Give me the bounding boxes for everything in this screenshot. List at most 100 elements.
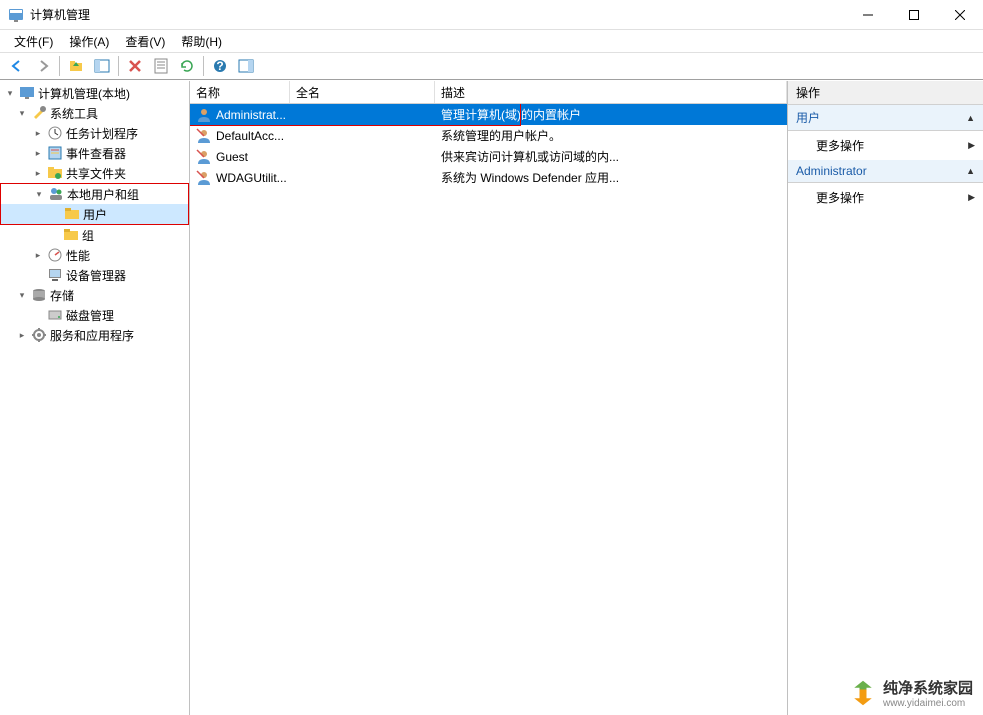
expand-icon[interactable]: ▸ <box>32 147 44 159</box>
tree-label: 事件查看器 <box>66 145 126 162</box>
cell-name: Guest <box>216 150 248 164</box>
expand-icon[interactable]: ▸ <box>32 127 44 139</box>
list-pane: 名称 全名 描述 Administrat... 管理计算机(域)的内置帐户 De… <box>190 81 788 715</box>
cell-desc: 管理计算机(域)的内置帐户 <box>441 106 581 123</box>
expand-icon[interactable]: ▸ <box>32 167 44 179</box>
perf-icon <box>47 247 63 263</box>
actions-header: 操作 <box>788 81 983 105</box>
user-icon <box>196 107 212 123</box>
section-label: 用户 <box>796 109 820 126</box>
section-label: Administrator <box>796 164 867 178</box>
menubar: 文件(F) 操作(A) 查看(V) 帮助(H) <box>0 30 983 52</box>
tree-users[interactable]: 用户 <box>1 204 188 224</box>
services-icon <box>31 327 47 343</box>
chevron-right-icon: ▶ <box>968 192 975 203</box>
tree-eventviewer[interactable]: ▸ 事件查看器 <box>0 143 189 163</box>
tree-services[interactable]: ▸ 服务和应用程序 <box>0 325 189 345</box>
app-icon <box>8 7 24 23</box>
actions-section-users[interactable]: 用户 ▲ <box>788 105 983 131</box>
refresh-button[interactable] <box>175 54 199 78</box>
tree-groups[interactable]: 组 <box>0 225 189 245</box>
watermark: 纯净系统家园 www.yidaimei.com <box>849 677 973 709</box>
tree-sharedfolders[interactable]: ▸ 共享文件夹 <box>0 163 189 183</box>
main-area: ▾ 计算机管理(本地) ▾ 系统工具 ▸ 任务计划程序 ▸ 事件查看器 ▸ 共享… <box>0 80 983 715</box>
tree-label: 用户 <box>83 206 107 223</box>
toolbar-separator <box>203 56 204 76</box>
no-twisty <box>32 269 44 281</box>
actions-section-admin[interactable]: Administrator ▲ <box>788 160 983 183</box>
users-icon <box>48 186 64 202</box>
expand-icon[interactable]: ▸ <box>32 249 44 261</box>
list-row-administrator[interactable]: Administrat... 管理计算机(域)的内置帐户 <box>190 104 787 125</box>
up-button[interactable] <box>64 54 88 78</box>
forward-button[interactable] <box>31 54 55 78</box>
list-row-defaultaccount[interactable]: DefaultAcc... 系统管理的用户帐户。 <box>190 125 787 146</box>
close-button[interactable] <box>937 0 983 29</box>
watermark-title: 纯净系统家园 <box>883 677 973 698</box>
column-name[interactable]: 名称 <box>190 81 290 103</box>
device-icon <box>47 267 63 283</box>
show-hide-console-tree-button[interactable] <box>90 54 114 78</box>
back-button[interactable] <box>5 54 29 78</box>
tree-pane[interactable]: ▾ 计算机管理(本地) ▾ 系统工具 ▸ 任务计划程序 ▸ 事件查看器 ▸ 共享… <box>0 81 190 715</box>
tree-label: 性能 <box>66 247 90 264</box>
list-body[interactable]: Administrat... 管理计算机(域)的内置帐户 DefaultAcc.… <box>190 104 787 715</box>
no-twisty <box>48 229 60 241</box>
computer-icon <box>19 85 35 101</box>
folder-icon <box>63 227 79 243</box>
cell-name: Administrat... <box>216 108 286 122</box>
column-desc[interactable]: 描述 <box>435 81 787 103</box>
show-hide-action-pane-button[interactable] <box>234 54 258 78</box>
cell-desc: 供来宾访问计算机或访问域的内... <box>441 148 619 165</box>
expand-icon[interactable]: ▸ <box>16 329 28 341</box>
tree-label: 存储 <box>50 287 74 304</box>
menu-action[interactable]: 操作(A) <box>61 31 117 52</box>
chevron-up-icon: ▲ <box>966 113 975 123</box>
chevron-up-icon: ▲ <box>966 166 975 176</box>
help-button[interactable]: ? <box>208 54 232 78</box>
maximize-button[interactable] <box>891 0 937 29</box>
cell-name: WDAGUtilit... <box>216 171 287 185</box>
cell-desc: 系统管理的用户帐户。 <box>441 127 561 144</box>
minimize-button[interactable] <box>845 0 891 29</box>
tree-perf[interactable]: ▸ 性能 <box>0 245 189 265</box>
collapse-icon[interactable]: ▾ <box>16 289 28 301</box>
tree-storage[interactable]: ▾ 存储 <box>0 285 189 305</box>
collapse-icon[interactable]: ▾ <box>4 87 16 99</box>
clock-icon <box>47 125 63 141</box>
properties-button[interactable] <box>149 54 173 78</box>
column-fullname[interactable]: 全名 <box>290 81 435 103</box>
action-label: 更多操作 <box>816 189 864 206</box>
user-icon <box>196 170 212 186</box>
tree-diskmgmt[interactable]: 磁盘管理 <box>0 305 189 325</box>
menu-file[interactable]: 文件(F) <box>6 31 61 52</box>
actions-pane: 操作 用户 ▲ 更多操作 ▶ Administrator ▲ 更多操作 ▶ <box>788 81 983 715</box>
storage-icon <box>31 287 47 303</box>
actions-more-2[interactable]: 更多操作 ▶ <box>788 183 983 212</box>
toolbar: ? <box>0 52 983 80</box>
toolbar-separator <box>59 56 60 76</box>
cell-name: DefaultAcc... <box>216 129 284 143</box>
list-row-guest[interactable]: Guest 供来宾访问计算机或访问域的内... <box>190 146 787 167</box>
delete-button[interactable] <box>123 54 147 78</box>
actions-more-1[interactable]: 更多操作 ▶ <box>788 131 983 160</box>
tree-root[interactable]: ▾ 计算机管理(本地) <box>0 83 189 103</box>
list-row-wdagutility[interactable]: WDAGUtilit... 系统为 Windows Defender 应用... <box>190 167 787 188</box>
menu-help[interactable]: 帮助(H) <box>173 31 230 52</box>
tree-systools[interactable]: ▾ 系统工具 <box>0 103 189 123</box>
tree-devmgr[interactable]: 设备管理器 <box>0 265 189 285</box>
collapse-icon[interactable]: ▾ <box>16 107 28 119</box>
folder-shared-icon <box>47 165 63 181</box>
collapse-icon[interactable]: ▾ <box>33 188 45 200</box>
titlebar: 计算机管理 <box>0 0 983 30</box>
menu-view[interactable]: 查看(V) <box>117 31 173 52</box>
disk-icon <box>47 307 63 323</box>
folder-icon <box>64 206 80 222</box>
tree-scheduler[interactable]: ▸ 任务计划程序 <box>0 123 189 143</box>
cell-desc: 系统为 Windows Defender 应用... <box>441 169 619 186</box>
tree-label: 系统工具 <box>50 105 98 122</box>
tree-localusers[interactable]: ▾ 本地用户和组 <box>1 184 188 204</box>
tree-label: 设备管理器 <box>66 267 126 284</box>
tools-icon <box>31 105 47 121</box>
window-title: 计算机管理 <box>30 6 845 23</box>
